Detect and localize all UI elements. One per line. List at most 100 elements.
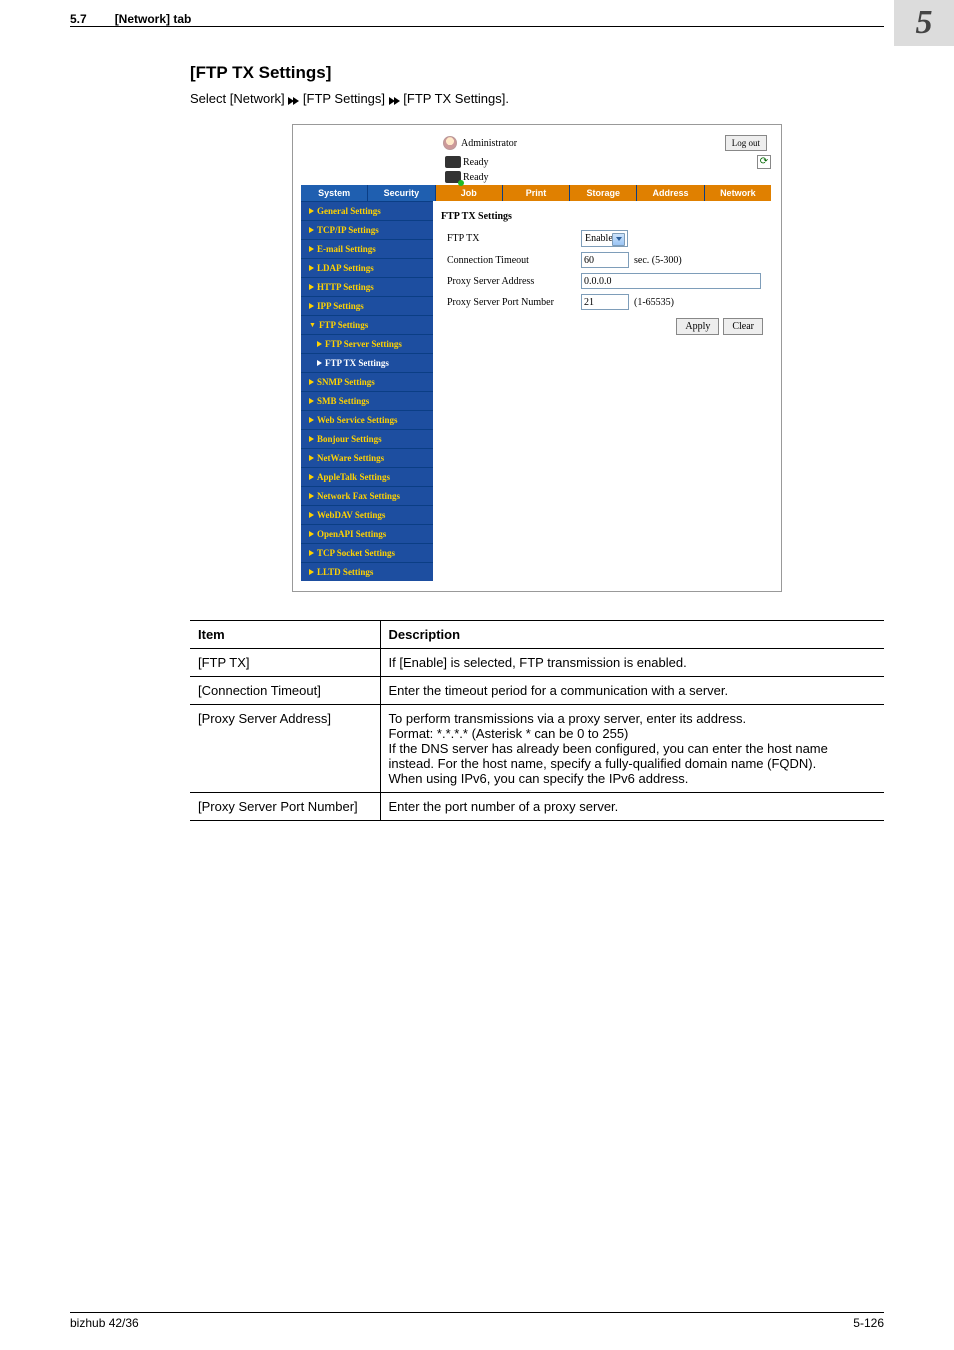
input-proxy-address[interactable]: 0.0.0.0 [581,273,761,289]
sidebar-item-websvc[interactable]: Web Service Settings [301,410,433,429]
description-table: Item Description [FTP TX] If [Enable] is… [190,620,884,821]
tab-print[interactable]: Print [503,185,570,201]
sidebar-item-http[interactable]: HTTP Settings [301,277,433,296]
cell-item: [FTP TX] [190,649,380,677]
tab-network[interactable]: Network [705,185,771,201]
chevron-down-icon: ▼ [309,321,316,329]
intro-seg3: [FTP TX Settings]. [403,91,509,106]
chevron-right-icon [317,360,322,366]
clear-button[interactable]: Clear [723,318,763,335]
tab-address[interactable]: Address [637,185,704,201]
sidebar-item-label: SMB Settings [317,396,369,406]
chevron-right-icon [309,474,314,480]
sidebar-item-ftp-server[interactable]: FTP Server Settings [301,334,433,353]
footer-left: bizhub 42/36 [70,1316,139,1330]
user-icon [443,136,457,150]
sidebar-item-label: LDAP Settings [317,263,374,273]
cell-desc: Enter the timeout period for a communica… [380,677,884,705]
sidebar-item-email[interactable]: E-mail Settings [301,239,433,258]
status-ready-1: Ready [463,157,489,168]
sidebar-item-appletalk[interactable]: AppleTalk Settings [301,467,433,486]
intro-seg2: [FTP Settings] [303,91,389,106]
chevron-right-icon [309,303,314,309]
sidebar-item-smb[interactable]: SMB Settings [301,391,433,410]
section-title: [Network] tab [115,12,192,26]
apply-button[interactable]: Apply [676,318,719,335]
sidebar-item-label: TCP Socket Settings [317,548,395,558]
logout-button[interactable]: Log out [725,135,767,151]
sidebar-item-ldap[interactable]: LDAP Settings [301,258,433,277]
tab-security[interactable]: Security [368,185,435,201]
chevron-right-icon [317,341,322,347]
sidebar-item-label: Web Service Settings [317,415,398,425]
tabbar: System Security Job Print Storage Addres… [293,185,771,201]
sidebar-item-label: FTP Settings [319,320,368,330]
row-ftp-tx: FTP TX Enable [441,230,763,247]
chevron-right-icon [309,531,314,537]
sidebar: General Settings TCP/IP Settings E-mail … [301,201,433,581]
tab-job[interactable]: Job [436,185,503,201]
hint-connection-timeout: sec. (5-300) [634,255,682,266]
footer: bizhub 42/36 5-126 [70,1312,884,1330]
sidebar-item-lltd[interactable]: LLTD Settings [301,562,433,581]
chevron-right-icon [309,284,314,290]
sidebar-item-label: AppleTalk Settings [317,472,390,482]
sidebar-item-webdav[interactable]: WebDAV Settings [301,505,433,524]
sidebar-item-ftp[interactable]: ▼FTP Settings [301,315,433,334]
chevron-right-icon [309,265,314,271]
table-row: [Proxy Server Port Number] Enter the por… [190,793,884,821]
input-connection-timeout[interactable]: 60 [581,252,629,268]
sidebar-item-netfax[interactable]: Network Fax Settings [301,486,433,505]
sidebar-item-netware[interactable]: NetWare Settings [301,448,433,467]
chevron-right-icon [309,246,314,252]
cell-desc: If [Enable] is selected, FTP transmissio… [380,649,884,677]
printer-status-icon [445,156,461,168]
select-ftp-tx[interactable]: Enable [581,230,628,247]
cell-item: [Proxy Server Address] [190,705,380,793]
double-arrow-icon [288,93,299,108]
running-header: 5.7 [Network] tab [0,10,954,26]
cell-desc: To perform transmissions via a proxy ser… [380,705,884,793]
chapter-number: 5 [894,0,954,46]
sidebar-item-label: WebDAV Settings [317,510,385,520]
sidebar-item-general[interactable]: General Settings [301,201,433,220]
sidebar-item-ftp-tx[interactable]: FTP TX Settings [301,353,433,372]
label-ftp-tx: FTP TX [441,233,581,244]
chevron-right-icon [309,227,314,233]
cell-item: [Proxy Server Port Number] [190,793,380,821]
sidebar-item-snmp[interactable]: SNMP Settings [301,372,433,391]
sidebar-item-bonjour[interactable]: Bonjour Settings [301,429,433,448]
chevron-right-icon [309,455,314,461]
chevron-right-icon [309,493,314,499]
admin-label: Administrator [461,138,517,149]
sidebar-item-label: TCP/IP Settings [317,225,379,235]
input-proxy-port[interactable]: 21 [581,294,629,310]
section-number: 5.7 [70,12,87,26]
sidebar-item-tcpip[interactable]: TCP/IP Settings [301,220,433,239]
cell-desc: Enter the port number of a proxy server. [380,793,884,821]
chevron-right-icon [309,417,314,423]
sidebar-item-label: IPP Settings [317,301,364,311]
footer-right: 5-126 [853,1316,884,1330]
table-row: [FTP TX] If [Enable] is selected, FTP tr… [190,649,884,677]
sidebar-item-label: Network Fax Settings [317,491,400,501]
chevron-right-icon [309,436,314,442]
sidebar-item-ipp[interactable]: IPP Settings [301,296,433,315]
sidebar-item-label: LLTD Settings [317,567,373,577]
intro-seg1: Select [Network] [190,91,288,106]
sidebar-item-label: Bonjour Settings [317,434,382,444]
sidebar-item-tcpsocket[interactable]: TCP Socket Settings [301,543,433,562]
sidebar-item-openapi[interactable]: OpenAPI Settings [301,524,433,543]
tab-system[interactable]: System [301,185,368,201]
refresh-icon[interactable]: ⟳ [757,155,771,169]
chevron-right-icon [309,379,314,385]
table-row: [Connection Timeout] Enter the timeout p… [190,677,884,705]
printer-status-icon-ok [445,171,461,183]
double-arrow-icon [389,93,400,108]
tab-storage[interactable]: Storage [570,185,637,201]
label-proxy-address: Proxy Server Address [441,276,581,287]
sidebar-item-label: OpenAPI Settings [317,529,386,539]
table-row: [Proxy Server Address] To perform transm… [190,705,884,793]
cell-item: [Connection Timeout] [190,677,380,705]
intro-text: Select [Network] [FTP Settings] [FTP TX … [190,91,884,108]
